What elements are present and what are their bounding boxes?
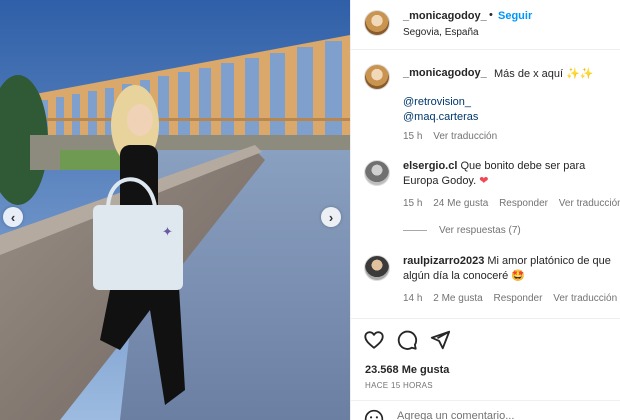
comment-likes[interactable]: 2 Me gusta bbox=[433, 293, 482, 304]
caption-username[interactable]: _monicagodoy_ bbox=[403, 67, 487, 79]
comment-bubble-icon[interactable] bbox=[396, 329, 418, 351]
chevron-left-icon[interactable]: ‹ bbox=[3, 207, 23, 227]
caption-time: 15 h bbox=[403, 131, 423, 142]
post-image-scene: ✦ bbox=[0, 0, 350, 420]
comment-meta: 14 h 2 Me gusta Responder Ver traducción bbox=[403, 293, 617, 304]
comment-item: raulpizarro2023 Mi amor platónico de que… bbox=[403, 254, 620, 284]
chevron-right-icon[interactable]: › bbox=[321, 207, 341, 227]
comment-username[interactable]: raulpizarro2023 bbox=[403, 255, 484, 267]
caption-meta: 15 h Ver traducción bbox=[403, 131, 497, 142]
svg-text:✦: ✦ bbox=[162, 224, 173, 239]
post-panel: _monicagodoy_ • Seguir Segovia, España _… bbox=[350, 0, 620, 420]
likes-count[interactable]: 23.568 Me gusta bbox=[365, 364, 449, 376]
heart-emoji: ❤ bbox=[479, 175, 489, 187]
comment-time: 15 h bbox=[403, 198, 423, 209]
caption-avatar[interactable] bbox=[364, 64, 390, 90]
see-translation-link[interactable]: Ver traducción bbox=[553, 293, 617, 304]
reply-button[interactable]: Responder bbox=[494, 293, 543, 304]
post-location[interactable]: Segovia, España bbox=[403, 27, 479, 38]
caption-text: Más de x aquí ✨✨ bbox=[494, 68, 594, 80]
comment-item: elsergio.cl Que bonito debe ser para Eur… bbox=[403, 159, 620, 189]
comment-avatar[interactable] bbox=[364, 160, 390, 186]
add-comment-bar bbox=[351, 400, 620, 420]
comment-avatar[interactable] bbox=[364, 255, 390, 281]
post-username[interactable]: _monicagodoy_ bbox=[403, 10, 487, 22]
comment-username[interactable]: elsergio.cl bbox=[403, 160, 457, 172]
mention-link[interactable]: @maq.carteras bbox=[403, 111, 478, 123]
post-header: _monicagodoy_ • Seguir Segovia, España bbox=[351, 0, 620, 50]
replies-divider bbox=[403, 230, 427, 231]
view-replies-button[interactable]: Ver respuestas (7) bbox=[403, 225, 521, 236]
star-eyes-emoji: 🤩 bbox=[511, 270, 525, 282]
post-timestamp: HACE 15 HORAS bbox=[365, 381, 433, 390]
comment-meta: 15 h 24 Me gusta Responder Ver traducció… bbox=[403, 198, 620, 209]
reply-button[interactable]: Responder bbox=[499, 198, 548, 209]
comment-time: 14 h bbox=[403, 293, 423, 304]
smiley-icon[interactable] bbox=[364, 409, 384, 420]
comment-likes[interactable]: 24 Me gusta bbox=[433, 198, 488, 209]
heart-outline-icon[interactable] bbox=[363, 329, 385, 351]
avatar[interactable] bbox=[364, 10, 390, 36]
separator-dot: • bbox=[489, 9, 493, 21]
add-comment-input[interactable] bbox=[397, 410, 607, 420]
mention-link[interactable]: @retrovision_ bbox=[403, 96, 471, 108]
send-paper-plane-icon[interactable] bbox=[429, 329, 451, 351]
post-photo[interactable]: ✦ ‹ › bbox=[0, 0, 350, 420]
see-translation-link[interactable]: Ver traducción bbox=[559, 198, 620, 209]
follow-button[interactable]: Seguir bbox=[498, 10, 532, 22]
see-translation-link[interactable]: Ver traducción bbox=[433, 131, 497, 142]
view-replies-label: Ver respuestas (7) bbox=[439, 225, 521, 236]
